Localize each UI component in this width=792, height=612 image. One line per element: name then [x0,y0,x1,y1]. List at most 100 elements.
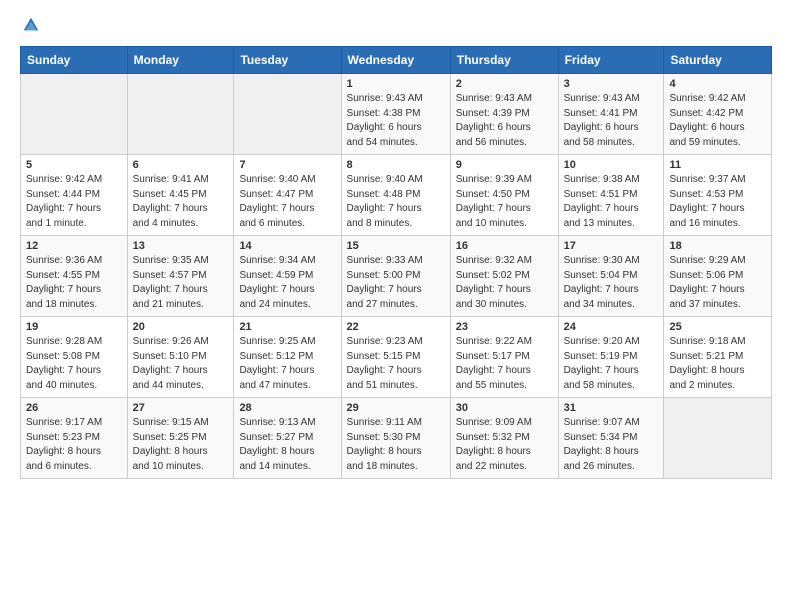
day-cell: 10 Sunrise: 9:38 AMSunset: 4:51 PMDayligh… [558,155,664,236]
day-number: 11 [669,159,766,171]
day-number: 21 [239,321,335,333]
day-cell: 11 Sunrise: 9:37 AMSunset: 4:53 PMDayligh… [664,155,772,236]
logo-icon [22,16,40,34]
day-cell: 14 Sunrise: 9:34 AMSunset: 4:59 PMDayligh… [234,236,341,317]
day-number: 14 [239,240,335,252]
page: SundayMondayTuesdayWednesdayThursdayFrid… [0,0,792,495]
day-number: 9 [456,159,553,171]
day-cell: 27 Sunrise: 9:15 AMSunset: 5:25 PMDayligh… [127,398,234,479]
day-info: Sunrise: 9:17 AMSunset: 5:23 PMDaylight:… [26,416,122,474]
weekday-header-row: SundayMondayTuesdayWednesdayThursdayFrid… [21,47,772,74]
day-number: 4 [669,78,766,90]
day-info: Sunrise: 9:18 AMSunset: 5:21 PMDaylight:… [669,335,766,393]
day-number: 2 [456,78,553,90]
day-cell: 22 Sunrise: 9:23 AMSunset: 5:15 PMDayligh… [341,317,450,398]
day-cell: 19Sunrise: 9:28 AMSunset: 5:08 PMDayligh… [21,317,128,398]
day-number: 30 [456,402,553,414]
weekday-thursday: Thursday [450,47,558,74]
day-cell: 21 Sunrise: 9:25 AMSunset: 5:12 PMDayligh… [234,317,341,398]
day-info: Sunrise: 9:25 AMSunset: 5:12 PMDaylight:… [239,335,335,393]
day-number: 6 [133,159,229,171]
weekday-friday: Friday [558,47,664,74]
day-info: Sunrise: 9:39 AMSunset: 4:50 PMDaylight:… [456,173,553,231]
day-cell [234,74,341,155]
day-cell: 24Sunrise: 9:20 AMSunset: 5:19 PMDayligh… [558,317,664,398]
day-cell: 18Sunrise: 9:29 AMSunset: 5:06 PMDayligh… [664,236,772,317]
weekday-wednesday: Wednesday [341,47,450,74]
day-number: 26 [26,402,122,414]
day-info: Sunrise: 9:13 AMSunset: 5:27 PMDaylight:… [239,416,335,474]
day-cell: 6 Sunrise: 9:41 AMSunset: 4:45 PMDaylight… [127,155,234,236]
day-number: 24 [564,321,659,333]
day-cell: 30 Sunrise: 9:09 AMSunset: 5:32 PMDayligh… [450,398,558,479]
day-number: 13 [133,240,229,252]
day-cell: 4Sunrise: 9:42 AMSunset: 4:42 PMDaylight… [664,74,772,155]
day-cell: 23 Sunrise: 9:22 AMSunset: 5:17 PMDayligh… [450,317,558,398]
day-info: Sunrise: 9:11 AMSunset: 5:30 PMDaylight:… [347,416,445,474]
calendar: SundayMondayTuesdayWednesdayThursdayFrid… [20,46,772,479]
week-row-1: 1Sunrise: 9:43 AMSunset: 4:38 PMDaylight… [21,74,772,155]
day-cell: 31 Sunrise: 9:07 AMSunset: 5:34 PMDayligh… [558,398,664,479]
day-info: Sunrise: 9:42 AMSunset: 4:44 PMDaylight:… [26,173,122,231]
week-row-3: 12 Sunrise: 9:36 AMSunset: 4:55 PMDayligh… [21,236,772,317]
day-info: Sunrise: 9:43 AMSunset: 4:38 PMDaylight:… [347,92,445,150]
day-info: Sunrise: 9:40 AMSunset: 4:48 PMDaylight:… [347,173,445,231]
day-number: 5 [26,159,122,171]
day-info: Sunrise: 9:15 AMSunset: 5:25 PMDaylight:… [133,416,229,474]
day-info: Sunrise: 9:38 AMSunset: 4:51 PMDaylight:… [564,173,659,231]
day-number: 10 [564,159,659,171]
day-info: Sunrise: 9:33 AMSunset: 5:00 PMDaylight:… [347,254,445,312]
day-number: 25 [669,321,766,333]
day-number: 31 [564,402,659,414]
day-info: Sunrise: 9:09 AMSunset: 5:32 PMDaylight:… [456,416,553,474]
day-info: Sunrise: 9:34 AMSunset: 4:59 PMDaylight:… [239,254,335,312]
day-cell: 9 Sunrise: 9:39 AMSunset: 4:50 PMDaylight… [450,155,558,236]
day-number: 7 [239,159,335,171]
weekday-tuesday: Tuesday [234,47,341,74]
day-number: 27 [133,402,229,414]
weekday-monday: Monday [127,47,234,74]
week-row-2: 5 Sunrise: 9:42 AMSunset: 4:44 PMDaylight… [21,155,772,236]
day-info: Sunrise: 9:23 AMSunset: 5:15 PMDaylight:… [347,335,445,393]
day-cell: 7 Sunrise: 9:40 AMSunset: 4:47 PMDaylight… [234,155,341,236]
day-info: Sunrise: 9:36 AMSunset: 4:55 PMDaylight:… [26,254,122,312]
day-info: Sunrise: 9:30 AMSunset: 5:04 PMDaylight:… [564,254,659,312]
weekday-sunday: Sunday [21,47,128,74]
day-cell: 26 Sunrise: 9:17 AMSunset: 5:23 PMDayligh… [21,398,128,479]
day-cell: 25 Sunrise: 9:18 AMSunset: 5:21 PMDayligh… [664,317,772,398]
day-info: Sunrise: 9:43 AMSunset: 4:39 PMDaylight:… [456,92,553,150]
day-number: 18 [669,240,766,252]
day-info: Sunrise: 9:37 AMSunset: 4:53 PMDaylight:… [669,173,766,231]
day-info: Sunrise: 9:26 AMSunset: 5:10 PMDaylight:… [133,335,229,393]
day-cell: 5 Sunrise: 9:42 AMSunset: 4:44 PMDaylight… [21,155,128,236]
day-info: Sunrise: 9:40 AMSunset: 4:47 PMDaylight:… [239,173,335,231]
day-info: Sunrise: 9:43 AMSunset: 4:41 PMDaylight:… [564,92,659,150]
day-info: Sunrise: 9:07 AMSunset: 5:34 PMDaylight:… [564,416,659,474]
day-number: 12 [26,240,122,252]
week-row-5: 26 Sunrise: 9:17 AMSunset: 5:23 PMDayligh… [21,398,772,479]
day-cell: 28Sunrise: 9:13 AMSunset: 5:27 PMDayligh… [234,398,341,479]
week-row-4: 19Sunrise: 9:28 AMSunset: 5:08 PMDayligh… [21,317,772,398]
day-number: 16 [456,240,553,252]
day-cell: 16 Sunrise: 9:32 AMSunset: 5:02 PMDayligh… [450,236,558,317]
day-cell: 2 Sunrise: 9:43 AMSunset: 4:39 PMDaylight… [450,74,558,155]
day-number: 20 [133,321,229,333]
weekday-saturday: Saturday [664,47,772,74]
day-cell: 15 Sunrise: 9:33 AMSunset: 5:00 PMDayligh… [341,236,450,317]
logo [20,16,40,34]
day-cell: 17 Sunrise: 9:30 AMSunset: 5:04 PMDayligh… [558,236,664,317]
day-cell: 8 Sunrise: 9:40 AMSunset: 4:48 PMDaylight… [341,155,450,236]
day-cell: 3Sunrise: 9:43 AMSunset: 4:41 PMDaylight… [558,74,664,155]
day-number: 23 [456,321,553,333]
day-info: Sunrise: 9:28 AMSunset: 5:08 PMDaylight:… [26,335,122,393]
day-number: 8 [347,159,445,171]
day-info: Sunrise: 9:35 AMSunset: 4:57 PMDaylight:… [133,254,229,312]
day-info: Sunrise: 9:22 AMSunset: 5:17 PMDaylight:… [456,335,553,393]
day-info: Sunrise: 9:41 AMSunset: 4:45 PMDaylight:… [133,173,229,231]
day-cell: 1Sunrise: 9:43 AMSunset: 4:38 PMDaylight… [341,74,450,155]
day-info: Sunrise: 9:32 AMSunset: 5:02 PMDaylight:… [456,254,553,312]
day-number: 15 [347,240,445,252]
day-cell: 13 Sunrise: 9:35 AMSunset: 4:57 PMDayligh… [127,236,234,317]
day-number: 17 [564,240,659,252]
day-number: 22 [347,321,445,333]
